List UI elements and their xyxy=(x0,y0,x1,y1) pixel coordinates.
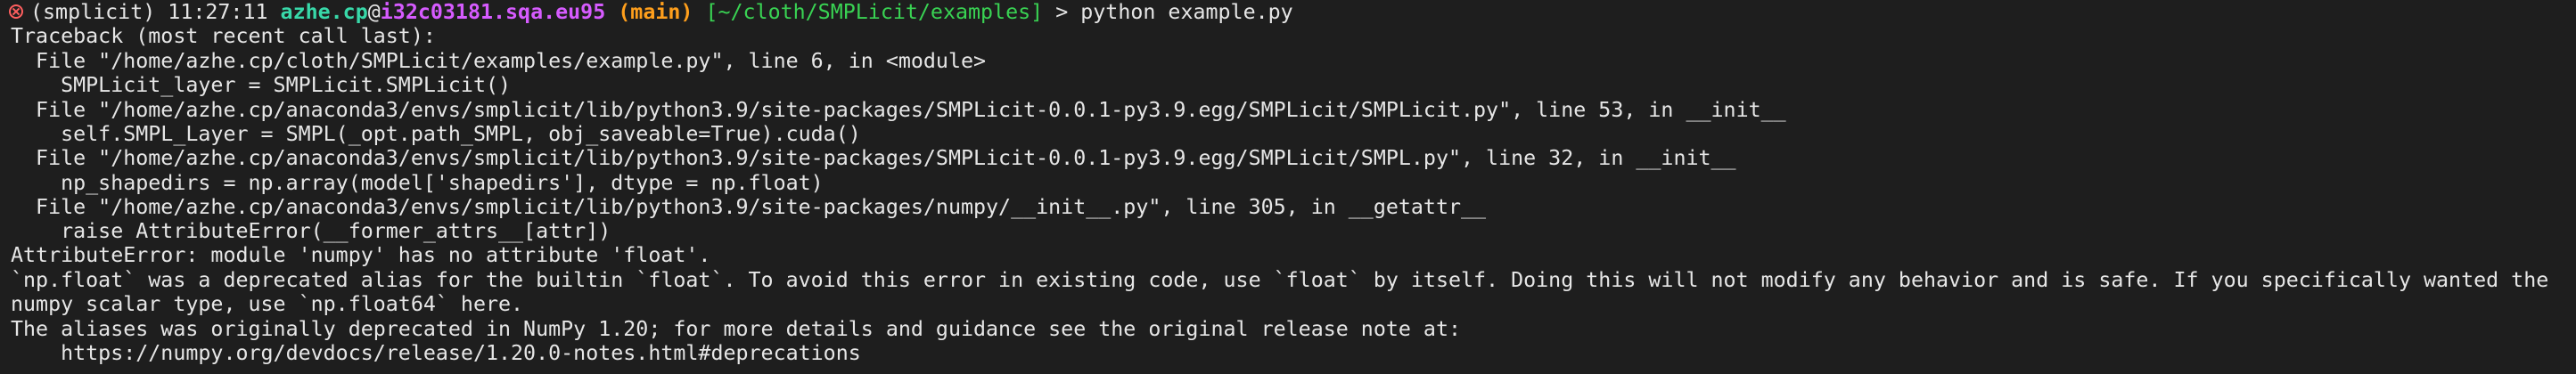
traceback-file-line: File "/home/azhe.cp/anaconda3/envs/smpli… xyxy=(11,195,1487,219)
traceback-header: Traceback (most recent call last): xyxy=(11,24,436,48)
prompt-symbol: > xyxy=(1055,0,1069,24)
conda-env-label: (smplicit) xyxy=(30,0,156,24)
error-detail-line: The aliases was originally deprecated in… xyxy=(11,317,1462,341)
traceback-code-line: self.SMPL_Layer = SMPL(_opt.path_SMPL, o… xyxy=(11,122,861,146)
traceback-file-line: File "/home/azhe.cp/cloth/SMPLicit/examp… xyxy=(11,49,987,73)
prompt-at-sign: @ xyxy=(367,0,381,24)
traceback-code-line: SMPLicit_layer = SMPLicit.SMPLicit() xyxy=(11,73,512,97)
terminal-window[interactable]: (smplicit) 11:27:11 azhe.cp@i32c03181.sq… xyxy=(0,0,2576,374)
error-detail-line: `np.float` was a deprecated alias for th… xyxy=(11,268,2549,292)
prompt-time: 11:27:11 xyxy=(168,0,268,24)
error-detail-line: numpy scalar type, use `np.float64` here… xyxy=(11,292,524,316)
working-directory: [~/cloth/SMPLicit/examples] xyxy=(705,0,1044,24)
git-branch: (main) xyxy=(618,0,693,24)
traceback-code-line: raise AttributeError(__former_attrs__[at… xyxy=(11,219,611,243)
traceback-file-line: File "/home/azhe.cp/anaconda3/envs/smpli… xyxy=(11,98,1786,122)
traceback-file-line: File "/home/azhe.cp/anaconda3/envs/smpli… xyxy=(11,146,1736,170)
prompt-line: (smplicit) 11:27:11 azhe.cp@i32c03181.sq… xyxy=(9,0,1293,25)
traceback-code-line: np_shapedirs = np.array(model['shapedirs… xyxy=(11,171,824,195)
prompt-host: i32c03181.sqa.eu95 xyxy=(380,0,606,24)
error-x-circle-icon xyxy=(9,4,23,19)
command-text: python example.py xyxy=(1080,0,1293,24)
error-message: AttributeError: module 'numpy' has no at… xyxy=(11,243,711,267)
prompt-user: azhe.cp xyxy=(280,0,368,24)
release-notes-link[interactable]: https://numpy.org/devdocs/release/1.20.0… xyxy=(11,341,861,366)
